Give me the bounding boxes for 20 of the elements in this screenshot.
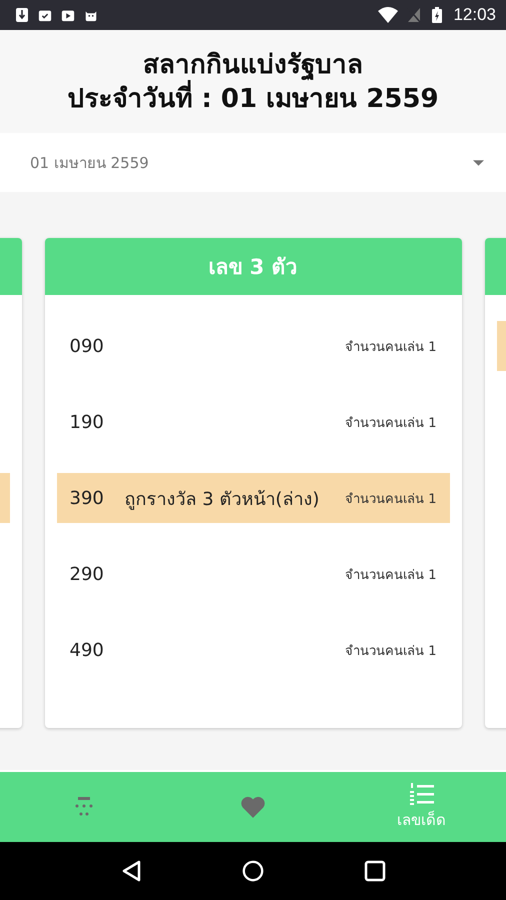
result-row[interactable]: 290 จำนวนคนเล่น 1 (56, 549, 450, 599)
date-dropdown[interactable]: 01 เมษายน 2559 (0, 133, 506, 192)
result-row[interactable]: 390 ถูกรางวัล 3 ตัวหน้า(ล่าง) จำนวนคนเล่น 1 (56, 473, 450, 523)
clock-time: 12:03 (453, 5, 496, 25)
battery-icon (430, 7, 444, 23)
heart-icon (240, 795, 266, 819)
wifi-icon (378, 7, 398, 23)
no-signal-icon (407, 7, 422, 23)
result-row[interactable]: 090 จำนวนคนเล่น 1 (56, 321, 450, 371)
numbered-list-icon (408, 782, 435, 806)
recents-icon[interactable] (364, 860, 386, 882)
page-title: ประจำวันที่ : 01 เมษายน 2559 (67, 82, 439, 116)
card-title: เลข 3 ตัว (208, 254, 298, 281)
caret-icon (473, 160, 484, 166)
result-row[interactable]: 190 จำนวนคนเล่น 1 (56, 397, 450, 447)
page-title: สลากกินแบ่งรัฐบาล (143, 48, 363, 80)
home-icon[interactable] (242, 860, 264, 882)
download-icon (15, 7, 29, 23)
back-icon[interactable] (120, 860, 142, 882)
result-row[interactable]: 490 จำนวนคนเล่น 1 (56, 625, 450, 675)
